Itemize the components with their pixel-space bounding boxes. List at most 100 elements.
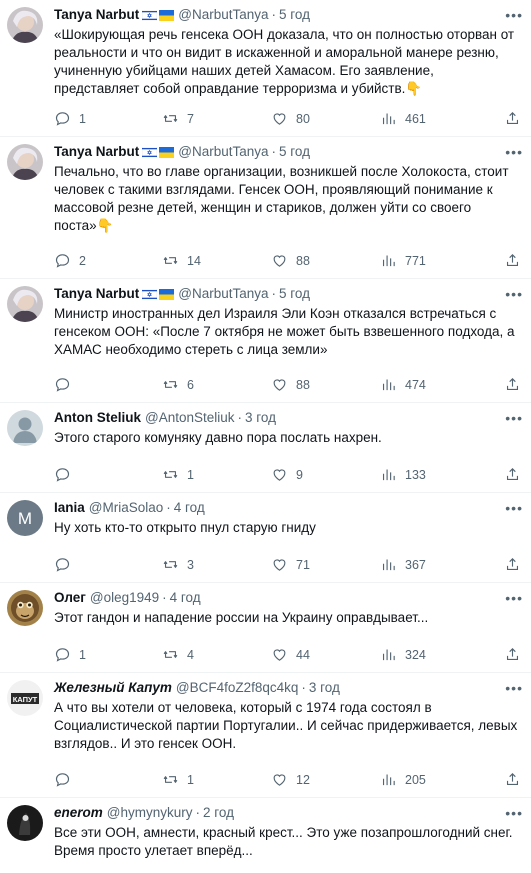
more-icon[interactable]: ••• (505, 679, 523, 697)
more-icon[interactable]: ••• (505, 409, 523, 427)
reply-button[interactable] (54, 466, 79, 483)
tweet[interactable]: КАПУТ Железный Капут @BCF4foZ2f8qc4kq · … (0, 673, 531, 798)
avatar-kaput-text: КАПУТ (13, 695, 38, 704)
retweet-count: 14 (187, 253, 201, 268)
like-button[interactable]: 88 (271, 376, 310, 393)
tweet-text: Министр иностранных дел Израиля Эли Коэн… (54, 306, 519, 357)
like-icon (273, 469, 286, 481)
more-icon[interactable]: ••• (505, 499, 523, 517)
reply-button[interactable] (54, 556, 79, 573)
author-name[interactable]: Tanya Narbut (54, 6, 139, 24)
like-count: 9 (296, 467, 303, 482)
retweet-button[interactable]: 14 (162, 252, 201, 269)
like-button[interactable]: 12 (271, 771, 310, 788)
like-button[interactable]: 9 (271, 466, 303, 483)
avatar-kaput[interactable]: КАПУТ (7, 680, 43, 716)
retweet-button[interactable]: 1 (162, 771, 194, 788)
avatar-tanya[interactable] (7, 286, 43, 322)
retweet-button[interactable]: 4 (162, 646, 194, 663)
tweet[interactable]: Олег @oleg1949 · 4 год ••• Этот гандон и… (0, 583, 531, 673)
reply-button[interactable] (54, 376, 79, 393)
retweet-button[interactable]: 7 (162, 110, 194, 127)
avatar-monkey[interactable] (7, 590, 43, 626)
share-button[interactable] (504, 376, 521, 393)
tweet[interactable]: Tanya Narbut @NarbutTanya · 5 год ••• Пе… (0, 137, 531, 279)
tweet[interactable]: Anton Steliuk @AntonSteliuk · 3 год ••• … (0, 403, 531, 493)
author-handle[interactable]: @NarbutTanya (178, 285, 268, 303)
more-icon[interactable]: ••• (505, 285, 523, 303)
reply-button[interactable] (54, 771, 79, 788)
author-handle[interactable]: @NarbutTanya (178, 143, 268, 161)
author-handle[interactable]: @NarbutTanya (178, 6, 268, 24)
avatar-enerom[interactable] (7, 805, 43, 841)
share-button[interactable] (504, 110, 521, 127)
share-icon (506, 378, 519, 391)
more-icon[interactable]: ••• (505, 589, 523, 607)
like-count: 12 (296, 772, 310, 787)
views-button[interactable]: 771 (380, 252, 426, 269)
views-button[interactable]: 205 (380, 771, 426, 788)
timestamp[interactable]: 4 год (174, 499, 205, 517)
author-name[interactable]: Железный Капут (54, 679, 172, 697)
reply-icon (55, 112, 70, 126)
share-button[interactable] (504, 466, 521, 483)
timestamp[interactable]: 5 год (279, 143, 310, 161)
share-button[interactable] (504, 556, 521, 573)
reply-button[interactable]: 1 (54, 110, 86, 127)
tweet[interactable]: Tanya Narbut @NarbutTanya · 5 год ••• Ми… (0, 279, 531, 403)
author-name[interactable]: Олег (54, 589, 86, 607)
views-button[interactable]: 133 (380, 466, 426, 483)
more-icon[interactable]: ••• (505, 143, 523, 161)
share-button[interactable] (504, 771, 521, 788)
author-name[interactable]: enerom (54, 804, 103, 822)
author-name[interactable]: Tanya Narbut (54, 143, 139, 161)
like-button[interactable]: 80 (271, 110, 310, 127)
timestamp[interactable]: 3 год (309, 679, 340, 697)
retweet-button[interactable]: 1 (162, 466, 194, 483)
like-button[interactable]: 44 (271, 646, 310, 663)
timestamp[interactable]: 4 год (170, 589, 201, 607)
author-handle[interactable]: @MriaSolao (89, 499, 163, 517)
like-icon (273, 255, 286, 267)
author-name[interactable]: Iania (54, 499, 85, 517)
avatar-tanya[interactable] (7, 144, 43, 180)
retweet-button[interactable]: 6 (162, 376, 194, 393)
tweet-text: «Шокирующая речь генсека ООН доказала, ч… (54, 27, 518, 96)
views-button[interactable]: 461 (380, 110, 426, 127)
timestamp[interactable]: 5 год (279, 285, 310, 303)
author-name[interactable]: Anton Steliuk (54, 409, 141, 427)
share-icon (506, 254, 519, 267)
more-icon[interactable]: ••• (505, 6, 523, 24)
tweet[interactable]: M Iania @MriaSolao · 4 год ••• Ну хоть к… (0, 493, 531, 583)
reply-button[interactable]: 1 (54, 646, 86, 663)
like-count: 88 (296, 253, 310, 268)
timestamp[interactable]: 2 год (203, 804, 234, 822)
views-button[interactable]: 474 (380, 376, 426, 393)
retweet-count: 3 (187, 557, 194, 572)
like-button[interactable]: 71 (271, 556, 310, 573)
avatar-letter[interactable]: M (7, 500, 43, 536)
author-handle[interactable]: @hymynykury (107, 804, 193, 822)
reply-button[interactable]: 2 (54, 252, 86, 269)
author-handle[interactable]: @AntonSteliuk (145, 409, 235, 427)
timestamp[interactable]: 3 год (245, 409, 276, 427)
views-button[interactable]: 324 (380, 646, 426, 663)
retweet-button[interactable]: 3 (162, 556, 194, 573)
tweet[interactable]: enerom @hymynykury · 2 год ••• Все эти О… (0, 798, 531, 873)
author-handle[interactable]: @BCF4foZ2f8qc4kq (176, 679, 299, 697)
views-icon (382, 559, 395, 571)
timestamp[interactable]: 5 год (279, 6, 310, 24)
retweet-icon (163, 651, 178, 658)
author-name[interactable]: Tanya Narbut (54, 285, 139, 303)
more-icon[interactable]: ••• (505, 804, 523, 822)
tweet[interactable]: Tanya Narbut @NarbutTanya · 5 год ••• «Ш… (0, 0, 531, 137)
like-button[interactable]: 88 (271, 252, 310, 269)
views-button[interactable]: 367 (380, 556, 426, 573)
like-icon (273, 649, 286, 661)
avatar-tanya[interactable] (7, 7, 43, 43)
author-handle[interactable]: @oleg1949 (90, 589, 159, 607)
share-button[interactable] (504, 252, 521, 269)
avatar-default[interactable] (7, 410, 43, 446)
flag-badges (142, 146, 175, 158)
share-button[interactable] (504, 646, 521, 663)
